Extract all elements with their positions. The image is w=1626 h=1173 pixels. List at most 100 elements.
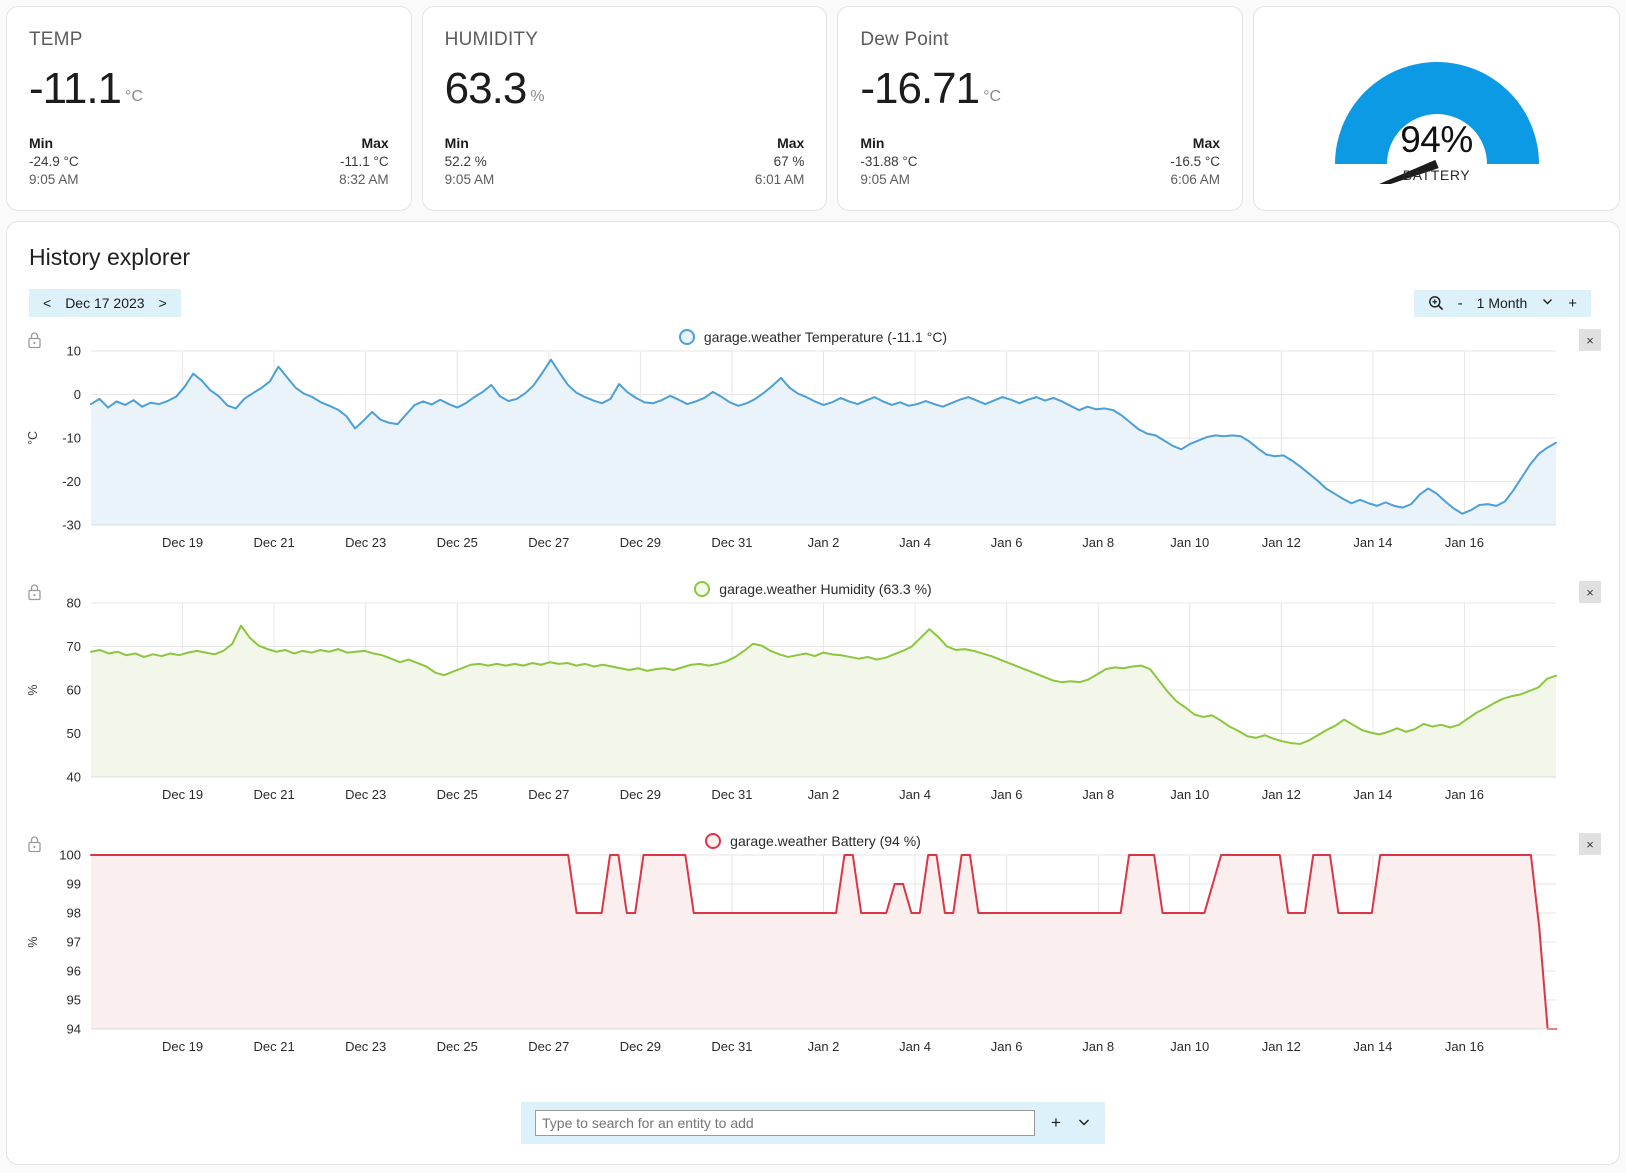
chart-legend-battery[interactable]: garage.weather Battery (94 %)	[7, 833, 1619, 849]
svg-text:70: 70	[67, 639, 81, 654]
zoom-range-label[interactable]: 1 Month	[1477, 295, 1528, 311]
svg-text:Dec 29: Dec 29	[620, 535, 661, 550]
card-max-value-temp: -11.1 °C	[340, 154, 389, 169]
svg-text:98: 98	[67, 906, 81, 921]
svg-text:Jan 16: Jan 16	[1445, 787, 1484, 802]
card-min-block-temp: Min -24.9 °C 9:05 AM	[29, 135, 79, 187]
card-max-block-humidity: Max 67 % 6:01 AM	[755, 135, 805, 187]
close-icon-humidity[interactable]: ×	[1579, 581, 1601, 603]
zoom-in-button[interactable]: +	[1568, 295, 1577, 312]
card-min-label-dew-point: Min	[860, 135, 885, 151]
svg-text:Dec 27: Dec 27	[528, 535, 569, 550]
add-entity-row: +	[7, 1102, 1619, 1144]
svg-text:Jan 8: Jan 8	[1082, 1039, 1114, 1054]
card-min-label-humidity: Min	[444, 135, 469, 151]
stat-card-battery-gauge[interactable]: 94% BATTERY	[1253, 6, 1621, 211]
svg-text:Jan 10: Jan 10	[1170, 787, 1209, 802]
card-minmax-humidity: Min 52.2 % 9:05 AM Max 67 % 6:01 AM	[445, 135, 805, 187]
add-entity-button[interactable]: +	[1051, 1113, 1061, 1133]
card-min-time-dew-point: 9:05 AM	[860, 172, 910, 187]
chart-temperature[interactable]: 10 0 -10 -20 -30 Dec 19 Dec 21 Dec 23 Dec 25 Dec …	[7, 329, 1620, 581]
svg-text:Dec 23: Dec 23	[345, 787, 386, 802]
legend-dot-humidity	[694, 581, 711, 597]
card-unit-dew-point: °C	[983, 88, 1002, 105]
stat-card-humidity[interactable]: HUMIDITY 63.3% Min 52.2 % 9:05 AM Max 67…	[421, 6, 828, 211]
legend-label-humidity: garage.weather Humidity (63.3 %)	[719, 581, 932, 597]
svg-text:%: %	[26, 936, 40, 947]
svg-text:Jan 10: Jan 10	[1170, 1039, 1209, 1054]
chart-block-humidity: garage.weather Humidity (63.3 %) × 80 70 6…	[7, 581, 1619, 833]
card-value-temp: -11.1 °C	[29, 67, 389, 111]
svg-text:Dec 25: Dec 25	[437, 787, 478, 802]
legend-label-battery: garage.weather Battery (94 %)	[730, 833, 921, 849]
svg-text:Jan 8: Jan 8	[1082, 535, 1114, 550]
svg-text:Jan 4: Jan 4	[899, 1039, 931, 1054]
svg-text:Jan 16: Jan 16	[1445, 1039, 1484, 1054]
svg-text:Dec 27: Dec 27	[528, 1039, 569, 1054]
date-label[interactable]: Dec 17 2023	[65, 295, 144, 311]
card-max-label-dew-point: Max	[1192, 135, 1221, 151]
date-prev-button[interactable]: <	[43, 295, 51, 311]
legend-dot-battery	[705, 833, 722, 849]
chevron-down-icon[interactable]	[1541, 295, 1554, 311]
stat-cards-row: TEMP -11.1 °C Min -24.9 °C 9:05 AM Max -1…	[6, 6, 1621, 211]
svg-text:Jan 2: Jan 2	[808, 787, 840, 802]
card-max-time-humidity: 6:01 AM	[754, 172, 805, 187]
svg-text:Dec 25: Dec 25	[437, 1039, 478, 1054]
svg-text:95: 95	[67, 993, 81, 1008]
card-minmax-temp: Min -24.9 °C 9:05 AM Max -11.1 °C 8:32 A…	[29, 135, 389, 187]
date-next-button[interactable]: >	[159, 295, 167, 311]
add-entity-box: +	[521, 1102, 1105, 1144]
svg-text:50: 50	[67, 726, 81, 741]
entity-search-input[interactable]	[535, 1110, 1036, 1136]
card-title-dew-point: Dew Point	[860, 29, 949, 50]
svg-text:94: 94	[67, 1022, 81, 1037]
card-value-number-humidity: 63.3	[444, 64, 528, 113]
chevron-down-icon[interactable]	[1077, 1115, 1091, 1132]
card-min-label-temp: Min	[29, 135, 54, 151]
svg-text:40: 40	[67, 770, 81, 785]
history-controls-row: < Dec 17 2023 > - 1 Month +	[7, 271, 1619, 317]
history-explorer-panel: History explorer < Dec 17 2023 > - 1 Mon	[6, 221, 1620, 1165]
svg-text:Jan 6: Jan 6	[991, 787, 1023, 802]
zoom-out-button[interactable]: -	[1458, 295, 1463, 312]
close-icon-temperature[interactable]: ×	[1579, 329, 1601, 351]
chart-battery[interactable]: 100 99 98 97 96 95 94 Dec 19 Dec 21 Dec 23 Dec 25 D…	[7, 833, 1620, 1085]
card-max-block-temp: Max -11.1 °C 8:32 AM	[339, 135, 389, 187]
card-min-block-humidity: Min 52.2 % 9:05 AM	[445, 135, 495, 187]
svg-text:Dec 21: Dec 21	[254, 535, 295, 550]
chart-humidity[interactable]: 80 70 60 50 40 Dec 19 Dec 21 Dec 23 Dec 25 Dec 27…	[7, 581, 1620, 833]
svg-text:-10: -10	[62, 431, 81, 446]
card-max-time-temp: 8:32 AM	[339, 172, 389, 187]
gauge-value-text: 94%	[1400, 119, 1473, 160]
card-max-value-dew-point: -16.5 °C	[1170, 154, 1221, 169]
stat-card-temp[interactable]: TEMP -11.1 °C Min -24.9 °C 9:05 AM Max -1…	[6, 6, 412, 211]
stat-card-dew-point[interactable]: Dew Point -16.71 °C Min -31.88 °C 9:05 AM…	[837, 6, 1244, 211]
chart-legend-humidity[interactable]: garage.weather Humidity (63.3 %)	[7, 581, 1619, 597]
card-min-value-temp: -24.9 °C	[29, 154, 79, 169]
card-unit-temp: °C	[125, 88, 143, 105]
gauge-label: BATTERY	[1402, 167, 1471, 183]
zoom-control[interactable]: - 1 Month +	[1413, 289, 1591, 317]
card-max-label-temp: Max	[361, 135, 389, 151]
card-title-temp: TEMP	[29, 29, 83, 50]
svg-text:Dec 31: Dec 31	[711, 787, 752, 802]
svg-text:Jan 14: Jan 14	[1353, 535, 1392, 550]
card-min-time-temp: 9:05 AM	[29, 172, 79, 187]
zoom-in-icon[interactable]	[1428, 295, 1444, 311]
close-icon-battery[interactable]: ×	[1579, 833, 1601, 855]
svg-text:Dec 19: Dec 19	[162, 1039, 203, 1054]
legend-dot-temperature	[678, 329, 695, 345]
svg-text:100: 100	[59, 848, 81, 863]
chart-legend-temperature[interactable]: garage.weather Temperature (-11.1 °C)	[7, 329, 1619, 345]
svg-text:Dec 25: Dec 25	[437, 535, 478, 550]
card-unit-humidity: %	[530, 88, 545, 105]
card-max-label-humidity: Max	[777, 135, 805, 151]
svg-text:Jan 14: Jan 14	[1353, 787, 1392, 802]
card-max-value-humidity: 67 %	[773, 154, 805, 169]
card-value-humidity: 63.3%	[445, 67, 805, 111]
battery-gauge: 94% BATTERY	[1254, 7, 1619, 210]
chart-block-temperature: garage.weather Temperature (-11.1 °C) × …	[7, 329, 1619, 581]
svg-text:99: 99	[67, 877, 81, 892]
date-navigator[interactable]: < Dec 17 2023 >	[29, 289, 181, 317]
